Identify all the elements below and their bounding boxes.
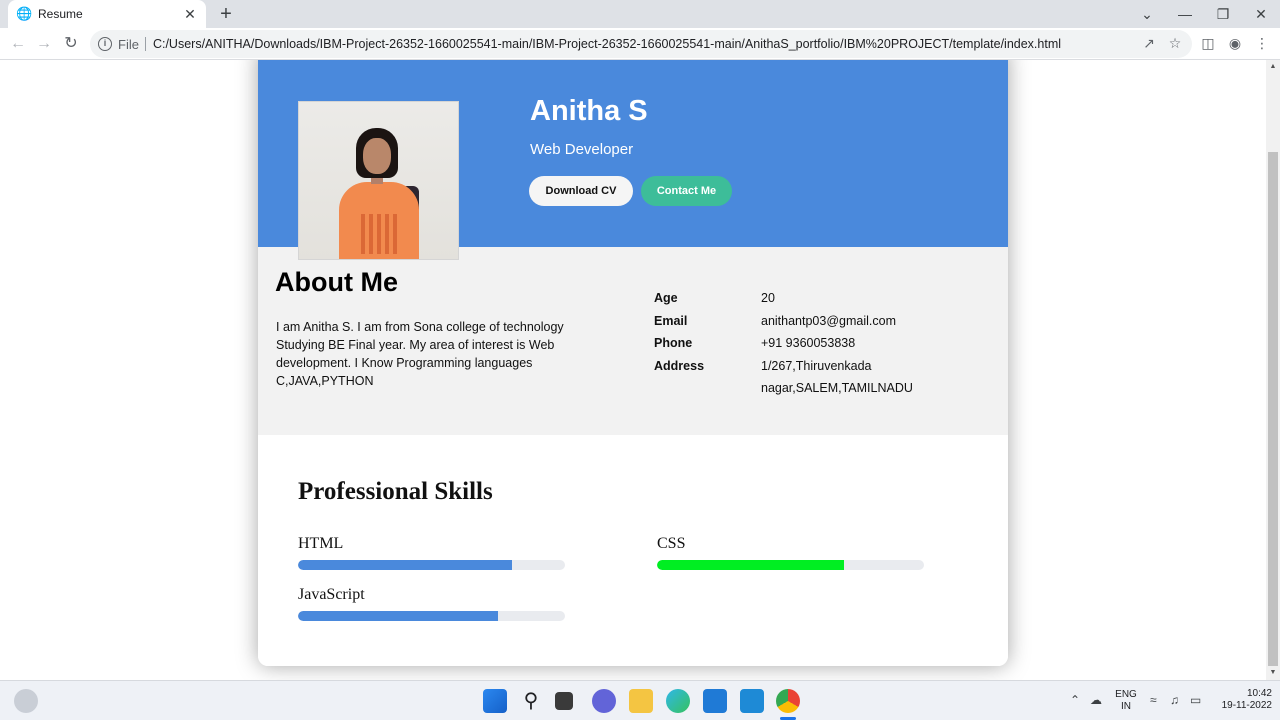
file-explorer-icon[interactable] — [629, 689, 653, 713]
info-key: Address — [654, 358, 705, 373]
download-cv-button[interactable]: Download CV — [529, 176, 633, 206]
skill-label: HTML — [298, 535, 344, 552]
profile-photo — [298, 101, 459, 260]
bookmark-star-icon[interactable]: ☆ — [1164, 32, 1186, 54]
skill-progress-track — [298, 611, 565, 621]
reload-icon[interactable]: ↻ — [59, 32, 83, 56]
skill-progress-fill — [298, 560, 512, 570]
region-code: IN — [1121, 701, 1131, 712]
info-value: +91 9360053838 — [761, 336, 856, 350]
about-heading: About Me — [275, 267, 398, 297]
info-value: anithantp03@gmail.com — [761, 313, 896, 328]
minimize-icon[interactable]: — — [1166, 0, 1204, 28]
info-row-age: Age 20 — [654, 287, 931, 310]
os-taskbar: ⚲ ⌃ ☁ ENG IN ≈ ♫ ▭ 10:42 19-11-2022 — [0, 680, 1280, 720]
language-code: ENG — [1115, 689, 1137, 700]
skill-javascript: JavaScript — [298, 585, 565, 621]
profile-avatar-icon[interactable]: ◉ — [1224, 32, 1246, 54]
info-row-email: Email anithantp03@gmail.com — [654, 310, 931, 333]
task-view-icon[interactable] — [555, 692, 573, 710]
tab-strip: 🌐 Resume ✕ + ⌄ — ❐ ✕ — [0, 0, 1280, 28]
url-scheme: File — [118, 36, 139, 52]
page-viewport: Anitha S Web Developer Download CV Conta… — [0, 60, 1266, 680]
contact-me-button[interactable]: Contact Me — [641, 176, 732, 206]
clock[interactable]: 10:42 19-11-2022 — [1210, 688, 1272, 712]
chat-icon[interactable] — [592, 689, 616, 713]
info-value: 20 — [761, 291, 775, 305]
scrollbar-thumb[interactable] — [1268, 152, 1278, 666]
about-bio: I am Anitha S. I am from Sona college of… — [276, 320, 564, 388]
edge-icon[interactable] — [666, 689, 690, 713]
tab-title: Resume — [38, 7, 83, 21]
widgets-icon[interactable] — [14, 689, 38, 713]
info-row-address: Address 1/267,Thiruvenkada nagar,SALEM,T… — [654, 355, 931, 400]
back-icon[interactable]: ← — [6, 32, 30, 56]
url-text[interactable]: C:/Users/ANITHA/Downloads/IBM-Project-26… — [153, 37, 1192, 51]
info-value: 1/267,Thiruvenkada nagar,SALEM,TAMILNADU — [761, 358, 913, 396]
search-icon[interactable]: ⚲ — [519, 689, 543, 713]
skill-label: JavaScript — [298, 586, 365, 603]
tab-close-icon[interactable]: ✕ — [182, 6, 198, 22]
start-windows-icon[interactable] — [483, 689, 507, 713]
info-key: Email — [654, 313, 688, 328]
info-row-phone: Phone +91 9360053838 — [654, 332, 931, 355]
browser-toolbar: ← → ↻ i File C:/Users/ANITHA/Downloads/I… — [0, 28, 1280, 60]
tab-search-icon[interactable]: ⌄ — [1128, 0, 1166, 28]
side-panel-icon[interactable]: ◫ — [1197, 32, 1219, 54]
forward-icon[interactable]: → — [32, 32, 56, 56]
onedrive-icon[interactable]: ☁ — [1090, 693, 1102, 707]
skill-css: CSS — [657, 534, 924, 570]
job-title: Web Developer — [530, 141, 634, 158]
wifi-icon[interactable]: ≈ — [1150, 693, 1157, 707]
menu-kebab-icon[interactable]: ⋮ — [1251, 32, 1273, 54]
resume-card: Anitha S Web Developer Download CV Conta… — [258, 60, 1008, 666]
clock-time: 10:42 — [1246, 688, 1272, 699]
vscode-icon[interactable] — [740, 689, 764, 713]
address-bar[interactable]: i File C:/Users/ANITHA/Downloads/IBM-Pro… — [90, 30, 1192, 58]
maximize-icon[interactable]: ❐ — [1204, 0, 1242, 28]
globe-icon: 🌐 — [16, 6, 33, 21]
scroll-up-icon[interactable]: ▲ — [1266, 60, 1280, 74]
window-close-icon[interactable]: ✕ — [1242, 0, 1280, 28]
mail-icon[interactable] — [703, 689, 727, 713]
scroll-down-icon[interactable]: ▼ — [1266, 666, 1280, 680]
battery-icon[interactable]: ▭ — [1190, 693, 1201, 707]
person-name: Anitha S — [530, 95, 648, 127]
new-tab-button[interactable]: + — [216, 4, 236, 24]
skill-progress-fill — [657, 560, 844, 570]
page-scrollbar[interactable]: ▲ ▼ — [1266, 60, 1280, 680]
skill-progress-fill — [298, 611, 499, 621]
skill-progress-track — [298, 560, 565, 570]
info-icon[interactable]: i — [98, 37, 112, 51]
info-key: Age — [654, 291, 678, 305]
skills-section: Professional Skills HTML CSS JavaScript — [258, 435, 1008, 666]
skill-progress-track — [657, 560, 924, 570]
chrome-icon[interactable] — [776, 689, 800, 713]
language-indicator[interactable]: ENG IN — [1112, 689, 1140, 713]
personal-info-table: Age 20 Email anithantp03@gmail.com Phone… — [654, 287, 931, 400]
share-icon[interactable]: ↗ — [1138, 32, 1160, 54]
tray-overflow-icon[interactable]: ⌃ — [1070, 693, 1080, 707]
clock-date: 19-11-2022 — [1221, 700, 1272, 711]
skill-html: HTML — [298, 534, 565, 570]
info-key: Phone — [654, 336, 693, 350]
about-section: About Me I am Anitha S. I am from Sona c… — [258, 247, 1008, 435]
url-separator — [144, 37, 146, 51]
volume-icon[interactable]: ♫ — [1170, 693, 1179, 707]
browser-tab[interactable]: 🌐 Resume ✕ — [8, 0, 206, 28]
skills-heading: Professional Skills — [298, 478, 493, 505]
skill-label: CSS — [657, 535, 686, 552]
